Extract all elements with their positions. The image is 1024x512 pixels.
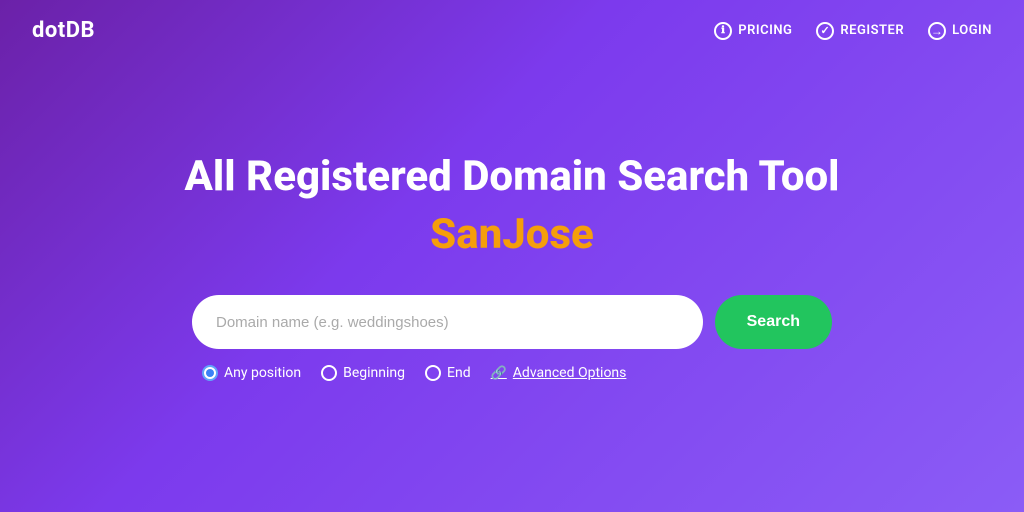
radio-beginning-label: Beginning [343, 365, 405, 381]
check-icon: ✓ [816, 22, 834, 40]
radio-beginning-circle [321, 365, 337, 381]
advanced-options-link[interactable]: 🔗 Advanced Options [491, 365, 627, 381]
nav-pricing-label: PRICING [738, 23, 792, 38]
radio-end-label: End [447, 365, 471, 381]
hero-subtitle: SanJose [430, 210, 594, 259]
radio-end-circle [425, 365, 441, 381]
login-icon: → [928, 22, 946, 40]
radio-any-circle [202, 365, 218, 381]
search-button[interactable]: Search [715, 295, 832, 349]
header: dotDB ℹ PRICING ✓ REGISTER → LOGIN [0, 0, 1024, 61]
page: dotDB ℹ PRICING ✓ REGISTER → LOGIN All R… [0, 0, 1024, 512]
domain-search-input[interactable] [192, 295, 703, 349]
logo: dotDB [32, 18, 95, 43]
search-options: Any position Beginning End 🔗 Advanced Op… [192, 365, 832, 381]
radio-any-dot [206, 369, 214, 377]
advanced-options-label: Advanced Options [513, 365, 627, 381]
link-icon: 🔗 [491, 366, 507, 381]
nav-login[interactable]: → LOGIN [928, 22, 992, 40]
radio-any-position[interactable]: Any position [202, 365, 301, 381]
radio-any-label: Any position [224, 365, 301, 381]
hero-title: All Registered Domain Search Tool [185, 152, 840, 202]
search-container: Search [192, 295, 832, 349]
info-icon: ℹ [714, 22, 732, 40]
radio-end[interactable]: End [425, 365, 471, 381]
radio-beginning[interactable]: Beginning [321, 365, 405, 381]
main-content: All Registered Domain Search Tool SanJos… [0, 61, 1024, 512]
nav: ℹ PRICING ✓ REGISTER → LOGIN [714, 22, 992, 40]
nav-register-label: REGISTER [840, 23, 904, 38]
nav-pricing[interactable]: ℹ PRICING [714, 22, 792, 40]
nav-login-label: LOGIN [952, 23, 992, 38]
nav-register[interactable]: ✓ REGISTER [816, 22, 904, 40]
